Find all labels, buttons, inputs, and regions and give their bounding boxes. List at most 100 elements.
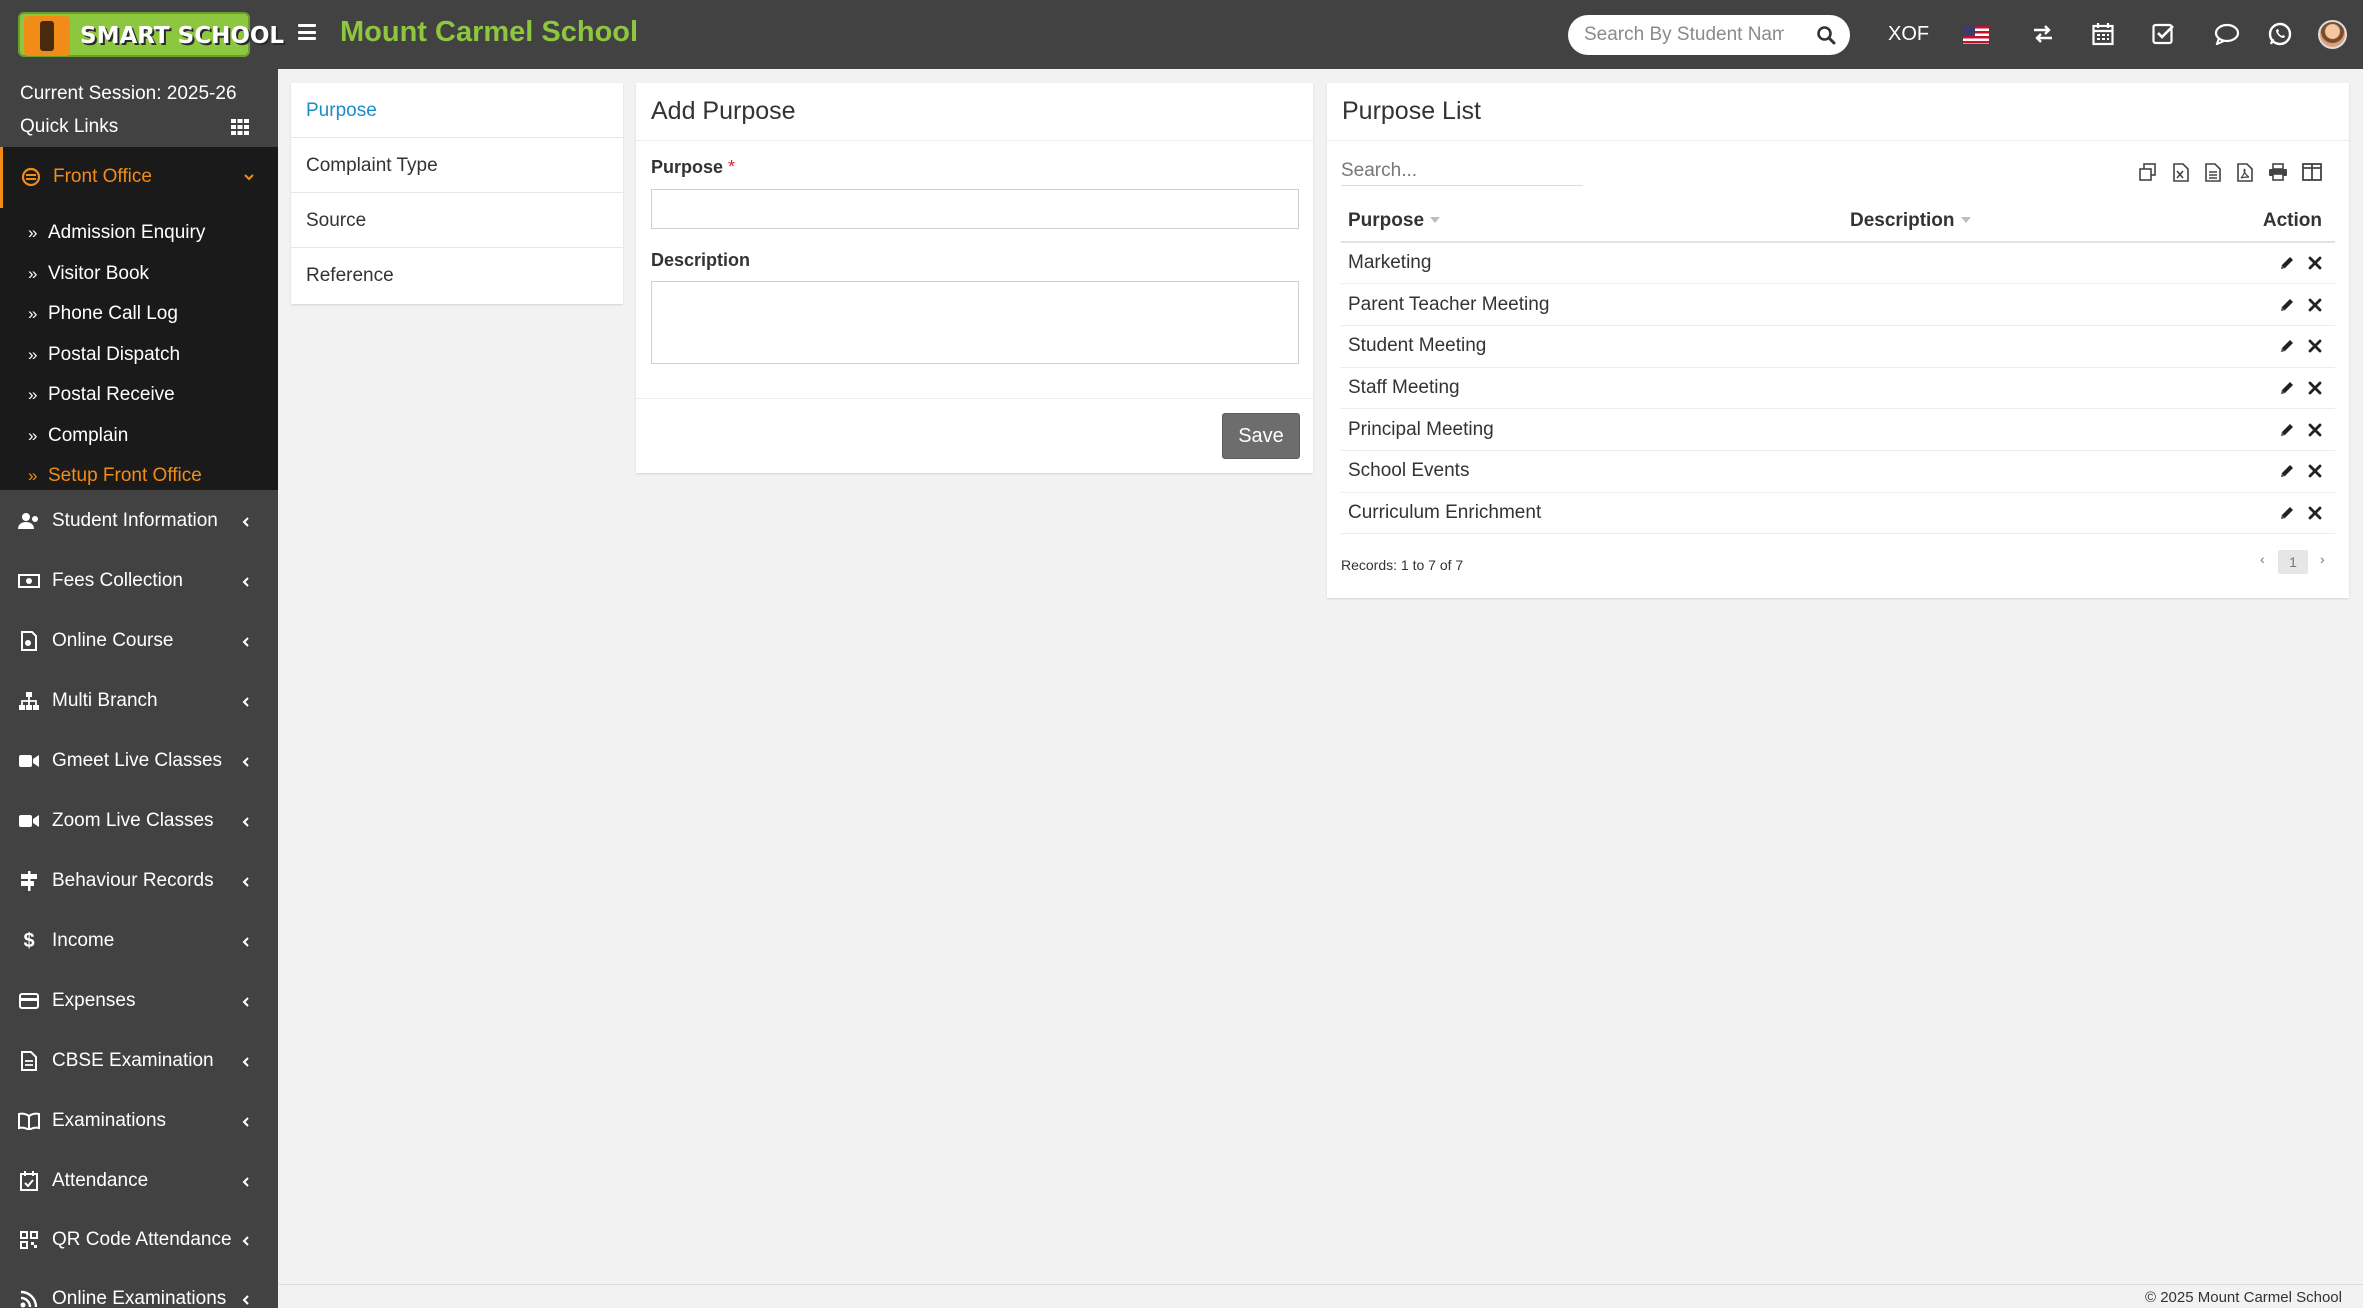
money-icon bbox=[18, 570, 40, 592]
description-textarea[interactable] bbox=[651, 281, 1299, 364]
add-purpose-title: Add Purpose bbox=[651, 97, 796, 125]
whatsapp-icon[interactable] bbox=[2266, 20, 2294, 48]
chevron-left-icon bbox=[242, 877, 249, 887]
table-row: Staff Meeting bbox=[1341, 367, 2335, 410]
setup-nav-reference[interactable]: Reference bbox=[291, 248, 623, 303]
sidebar-item-behaviour-records[interactable]: Behaviour Records bbox=[0, 861, 278, 901]
delete-icon[interactable] bbox=[2307, 338, 2323, 354]
sidebar-item-online-course[interactable]: Online Course bbox=[0, 621, 278, 661]
purpose-table-body: Marketing Parent Teacher Meeting Student M… bbox=[1341, 242, 2335, 535]
edit-icon[interactable] bbox=[2279, 505, 2295, 521]
search-icon[interactable] bbox=[1816, 25, 1836, 45]
double-chevron-icon: » bbox=[28, 385, 38, 404]
double-chevron-icon: » bbox=[28, 223, 38, 242]
save-button[interactable]: Save bbox=[1222, 413, 1300, 459]
task-check-icon[interactable] bbox=[2150, 20, 2178, 48]
course-icon bbox=[18, 630, 40, 652]
delete-icon[interactable] bbox=[2307, 463, 2323, 479]
edit-icon[interactable] bbox=[2279, 380, 2295, 396]
grid-icon[interactable] bbox=[231, 119, 249, 135]
columns-icon[interactable] bbox=[2301, 161, 2323, 183]
column-header-purpose[interactable]: Purpose bbox=[1341, 200, 1843, 243]
us-flag-icon[interactable] bbox=[1963, 26, 1989, 44]
column-header-description[interactable]: Description bbox=[1843, 200, 2147, 243]
user-avatar[interactable] bbox=[2318, 20, 2347, 49]
column-header-action: Action bbox=[2146, 200, 2335, 243]
chevron-left-icon bbox=[242, 937, 249, 947]
submenu-item-setup-front-office[interactable]: » Setup Front Office bbox=[28, 465, 202, 487]
submenu-item-visitor-book[interactable]: » Visitor Book bbox=[28, 263, 149, 285]
next-page-button[interactable]: › bbox=[2320, 551, 2325, 567]
front-office-icon bbox=[21, 167, 41, 187]
edit-icon[interactable] bbox=[2279, 338, 2295, 354]
sidebar-item-gmeet-live-classes[interactable]: Gmeet Live Classes bbox=[0, 741, 278, 781]
description-cell bbox=[1843, 367, 2147, 410]
sidebar-item-multi-branch[interactable]: Multi Branch bbox=[0, 681, 278, 721]
user-group-icon bbox=[18, 510, 40, 532]
setup-nav-source[interactable]: Source bbox=[291, 193, 623, 248]
page-number-button[interactable]: 1 bbox=[2278, 550, 2308, 574]
setup-nav-purpose[interactable]: Purpose bbox=[291, 83, 623, 138]
smart-school-logo[interactable]: SMART SCHOOL bbox=[18, 12, 284, 57]
sidebar-item-income[interactable]: $ Income bbox=[0, 921, 278, 961]
table-row: School Events bbox=[1341, 450, 2335, 493]
chevron-left-icon bbox=[242, 997, 249, 1007]
edit-icon[interactable] bbox=[2279, 463, 2295, 479]
video-icon bbox=[18, 810, 40, 832]
description-cell bbox=[1843, 408, 2147, 451]
menu-toggle-icon[interactable] bbox=[298, 24, 316, 40]
delete-icon[interactable] bbox=[2307, 255, 2323, 271]
purpose-cell: Staff Meeting bbox=[1341, 367, 1843, 410]
chevron-left-icon bbox=[242, 517, 249, 527]
table-row: Student Meeting bbox=[1341, 325, 2335, 368]
sidebar-item-expenses[interactable]: Expenses bbox=[0, 981, 278, 1021]
sidebar-item-fees-collection[interactable]: Fees Collection bbox=[0, 561, 278, 601]
table-row: Principal Meeting bbox=[1341, 408, 2335, 451]
current-session: Current Session: 2025-26 bbox=[20, 83, 237, 104]
exchange-icon[interactable] bbox=[2029, 20, 2057, 48]
delete-icon[interactable] bbox=[2307, 297, 2323, 313]
sidebar-item-zoom-live-classes[interactable]: Zoom Live Classes bbox=[0, 801, 278, 841]
setup-nav-complaint-type[interactable]: Complaint Type bbox=[291, 138, 623, 193]
edit-icon[interactable] bbox=[2279, 297, 2295, 313]
description-cell bbox=[1843, 450, 2147, 493]
sidebar-item-student-information[interactable]: Student Information bbox=[0, 501, 278, 541]
edit-icon[interactable] bbox=[2279, 255, 2295, 271]
sidebar-item-online-examinations[interactable]: Online Examinations bbox=[0, 1279, 278, 1308]
submenu-item-complain[interactable]: » Complain bbox=[28, 425, 128, 447]
qrcode-icon bbox=[18, 1229, 40, 1251]
sidebar-item-cbse-examination[interactable]: CBSE Examination bbox=[0, 1041, 278, 1081]
list-search-input[interactable] bbox=[1341, 156, 1583, 186]
submenu-item-postal-receive[interactable]: » Postal Receive bbox=[28, 384, 175, 406]
excel-icon[interactable] bbox=[2170, 161, 2192, 183]
purpose-input[interactable] bbox=[651, 189, 1299, 229]
edit-icon[interactable] bbox=[2279, 422, 2295, 438]
print-icon[interactable] bbox=[2267, 161, 2289, 183]
sort-icon bbox=[1960, 217, 1971, 224]
prev-page-button[interactable]: ‹ bbox=[2260, 551, 2265, 567]
student-search-input[interactable] bbox=[1584, 23, 1784, 47]
copy-icon[interactable] bbox=[2137, 161, 2159, 183]
front-office-submenu: » Admission Enquiry » Visitor Book » Phone … bbox=[0, 208, 278, 490]
chevron-left-icon bbox=[242, 577, 249, 587]
sidebar-item-examinations[interactable]: Examinations bbox=[0, 1101, 278, 1141]
csv-icon[interactable] bbox=[2202, 161, 2224, 183]
chat-icon[interactable] bbox=[2213, 20, 2241, 48]
signpost-icon bbox=[18, 870, 40, 892]
delete-icon[interactable] bbox=[2307, 422, 2323, 438]
submenu-item-phone-call-log[interactable]: » Phone Call Log bbox=[28, 303, 178, 325]
currency-selector[interactable]: XOF bbox=[1888, 23, 1929, 46]
calendar-icon[interactable] bbox=[2089, 20, 2117, 48]
submenu-item-postal-dispatch[interactable]: » Postal Dispatch bbox=[28, 344, 180, 366]
sidebar-item-attendance[interactable]: Attendance bbox=[0, 1161, 278, 1201]
delete-icon[interactable] bbox=[2307, 380, 2323, 396]
sitemap-icon bbox=[18, 690, 40, 712]
sidebar-item-qr-code-attendance[interactable]: QR Code Attendance bbox=[0, 1220, 278, 1260]
pdf-icon[interactable] bbox=[2234, 161, 2256, 183]
submenu-item-admission-enquiry[interactable]: » Admission Enquiry bbox=[28, 222, 205, 244]
logo-text: SMART SCHOOL bbox=[80, 23, 285, 49]
quick-links-label[interactable]: Quick Links bbox=[20, 116, 118, 138]
delete-icon[interactable] bbox=[2307, 505, 2323, 521]
double-chevron-icon: » bbox=[28, 264, 38, 283]
sidebar-item-front-office[interactable]: Front Office bbox=[0, 147, 278, 208]
